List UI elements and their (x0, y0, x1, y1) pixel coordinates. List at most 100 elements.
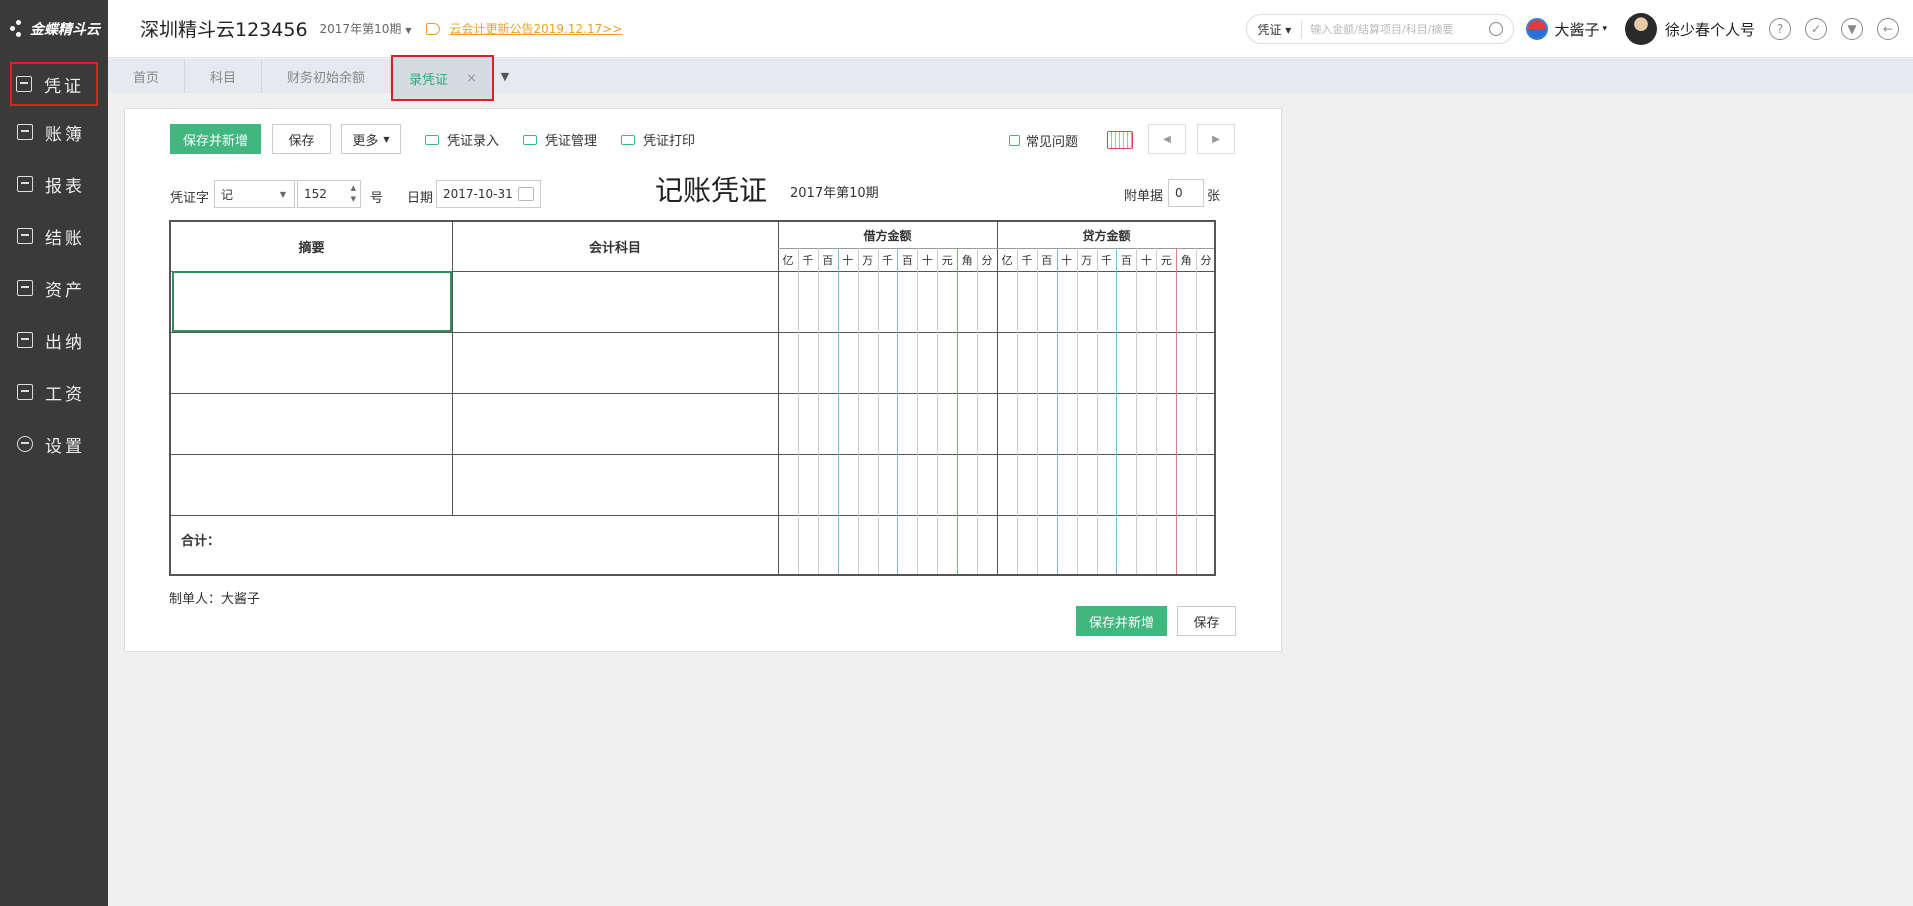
unit-header: 百 (822, 254, 834, 267)
sidebar-item-settings[interactable]: 设置 (0, 418, 108, 470)
sidebar-item-label: 凭证 (44, 76, 84, 97)
voucher-panel: 保存并新增 保存 更多 ▼ 凭证录入 凭证管理 凭证打印 常见问题 ◀ ▶ 凭证字… (124, 108, 1282, 652)
cashier-icon (17, 332, 33, 348)
avatar (1526, 18, 1549, 40)
help-icon[interactable]: ? (1769, 18, 1791, 40)
digit-divider (797, 248, 799, 574)
tab-opening-balance[interactable]: 财务初始余额 (262, 59, 392, 93)
sidebar-item-cashier[interactable]: 出纳 (0, 314, 108, 366)
voucher-entry-link[interactable]: 凭证录入 (425, 130, 499, 149)
stepper-arrows-icon[interactable]: ▲ ▼ (351, 183, 356, 205)
save-button[interactable]: 保存 (272, 124, 331, 154)
digit-divider (1176, 248, 1178, 574)
unit-header: 十 (921, 254, 933, 267)
column-divider (997, 222, 998, 574)
tab-label: 首页 (133, 70, 160, 86)
global-search[interactable]: 凭证 ▾ 输入金额/结算项目/科目/摘要 (1246, 14, 1515, 44)
voucher-word-select[interactable]: 记 ▼ (214, 180, 295, 208)
digit-divider (1116, 248, 1118, 574)
tab-more-dropdown[interactable]: ▼ (494, 59, 516, 93)
digit-divider (817, 248, 819, 574)
digit-divider (957, 248, 959, 574)
digit-divider (917, 248, 919, 574)
digit-divider (1036, 248, 1038, 574)
tab-home[interactable]: 首页 (108, 59, 186, 93)
unit-header: 百 (901, 254, 913, 267)
digit-divider (857, 248, 859, 574)
date-field[interactable]: 2017-10-31 (436, 180, 541, 208)
sidebar-item-report[interactable]: 报表 (0, 158, 108, 210)
save-button-bottom[interactable]: 保存 (1177, 606, 1236, 636)
calendar-icon[interactable] (518, 187, 534, 201)
phone-icon[interactable]: ✓ (1805, 18, 1827, 40)
tab-enter-voucher[interactable]: 录凭证 × (391, 55, 494, 101)
logo-icon (10, 19, 26, 39)
sidebar-item-asset[interactable]: 资产 (0, 262, 108, 314)
digit-divider (837, 248, 839, 574)
save-new-button[interactable]: 保存并新增 (170, 124, 261, 154)
report-icon (17, 176, 33, 192)
sidebar: 金蝶精斗云 凭证 账簿 报表 结账 资产 出纳 工资 设置 (0, 0, 108, 906)
sidebar-item-ledger[interactable]: 账簿 (0, 106, 108, 158)
column-header-credit: 贷方金额 (1082, 228, 1131, 243)
next-voucher-button[interactable]: ▶ (1197, 124, 1235, 154)
salary-icon (17, 384, 33, 400)
caret-down-icon: ▼ (383, 134, 390, 144)
digit-divider (877, 248, 879, 574)
link-label: 常见问题 (1026, 135, 1079, 150)
unit-header: 千 (1021, 254, 1033, 267)
voucher-manage-link[interactable]: 凭证管理 (523, 130, 597, 149)
shirt-icon[interactable]: ▼ (1841, 18, 1863, 40)
account-name: 徐少春个人号 (1664, 20, 1755, 39)
voucher-icon (16, 76, 32, 92)
sidebar-item-salary[interactable]: 工资 (0, 366, 108, 418)
user-menu[interactable]: 大酱子 ▾ (1526, 18, 1607, 40)
sidebar-item-label: 结账 (45, 228, 85, 249)
digit-divider (1156, 248, 1158, 574)
sidebar-item-close-period[interactable]: 结账 (0, 210, 108, 262)
search-icon[interactable] (1489, 22, 1504, 36)
digit-divider (937, 248, 939, 574)
sidebar-item-voucher[interactable]: 凭证 (10, 62, 98, 106)
faq-link[interactable]: 常见问题 (1009, 131, 1078, 150)
app-logo[interactable]: 金蝶精斗云 (0, 0, 108, 58)
user-name: 大酱子 (1554, 20, 1600, 39)
save-new-button-bottom[interactable]: 保存并新增 (1076, 606, 1167, 636)
digit-divider (1056, 248, 1058, 574)
voucher-print-link[interactable]: 凭证打印 (621, 130, 695, 149)
unit-header: 十 (1140, 254, 1152, 267)
notice[interactable]: 云会计更新公告2019.12.17>> (425, 20, 623, 37)
tab-accounts[interactable]: 科目 (185, 59, 263, 93)
unit-header: 分 (1200, 254, 1212, 267)
voucher-table: 摘要 会计科目 借方金额 贷方金额 亿千百十万千百十元角分亿千百十万千百十元角分… (169, 220, 1216, 576)
digit-divider (977, 248, 979, 574)
sidebar-item-label: 报表 (45, 176, 85, 197)
period-selector[interactable]: 2017年第10期 ▼ (320, 20, 412, 37)
logout-icon[interactable]: ← (1877, 18, 1899, 40)
attachment-count-value: 0 (1175, 186, 1183, 200)
unit-header: 角 (1180, 254, 1192, 267)
total-label: 合计： (181, 534, 221, 549)
search-input[interactable]: 输入金额/结算项目/科目/摘要 (1310, 21, 1489, 37)
voucher-number-value: 152 (304, 187, 327, 201)
gear-icon (17, 436, 33, 452)
period-label: 2017年第10期 (319, 22, 402, 36)
attachment-count-input[interactable]: 0 (1168, 179, 1204, 207)
notice-link[interactable]: 云会计更新公告2019.12.17>> (450, 20, 623, 37)
keyboard-icon[interactable] (1107, 131, 1133, 149)
voucher-number-stepper[interactable]: 152 ▲ ▼ (297, 180, 361, 208)
search-scope-select[interactable]: 凭证 ▾ (1257, 20, 1303, 38)
company-name: 深圳精斗云123456 (140, 19, 308, 41)
unit-header: 角 (961, 254, 973, 267)
digit-divider (1076, 248, 1078, 574)
prev-voucher-button[interactable]: ◀ (1148, 124, 1186, 154)
more-dropdown[interactable]: 更多 ▼ (341, 124, 401, 154)
account-switch[interactable]: 徐少春个人号 (1624, 13, 1755, 45)
unit-header: 千 (1100, 254, 1112, 267)
close-icon[interactable]: × (466, 71, 477, 86)
header-right: 凭证 ▾ 输入金额/结算项目/科目/摘要 大酱子 ▾ 徐少春个人号 ? ✓ ▼ ← (1246, 0, 1899, 58)
header-divider (778, 248, 1214, 249)
summary-cell-active[interactable] (172, 271, 452, 332)
voucher-period: 2017年第10期 (790, 186, 879, 201)
digit-divider (1136, 248, 1138, 574)
